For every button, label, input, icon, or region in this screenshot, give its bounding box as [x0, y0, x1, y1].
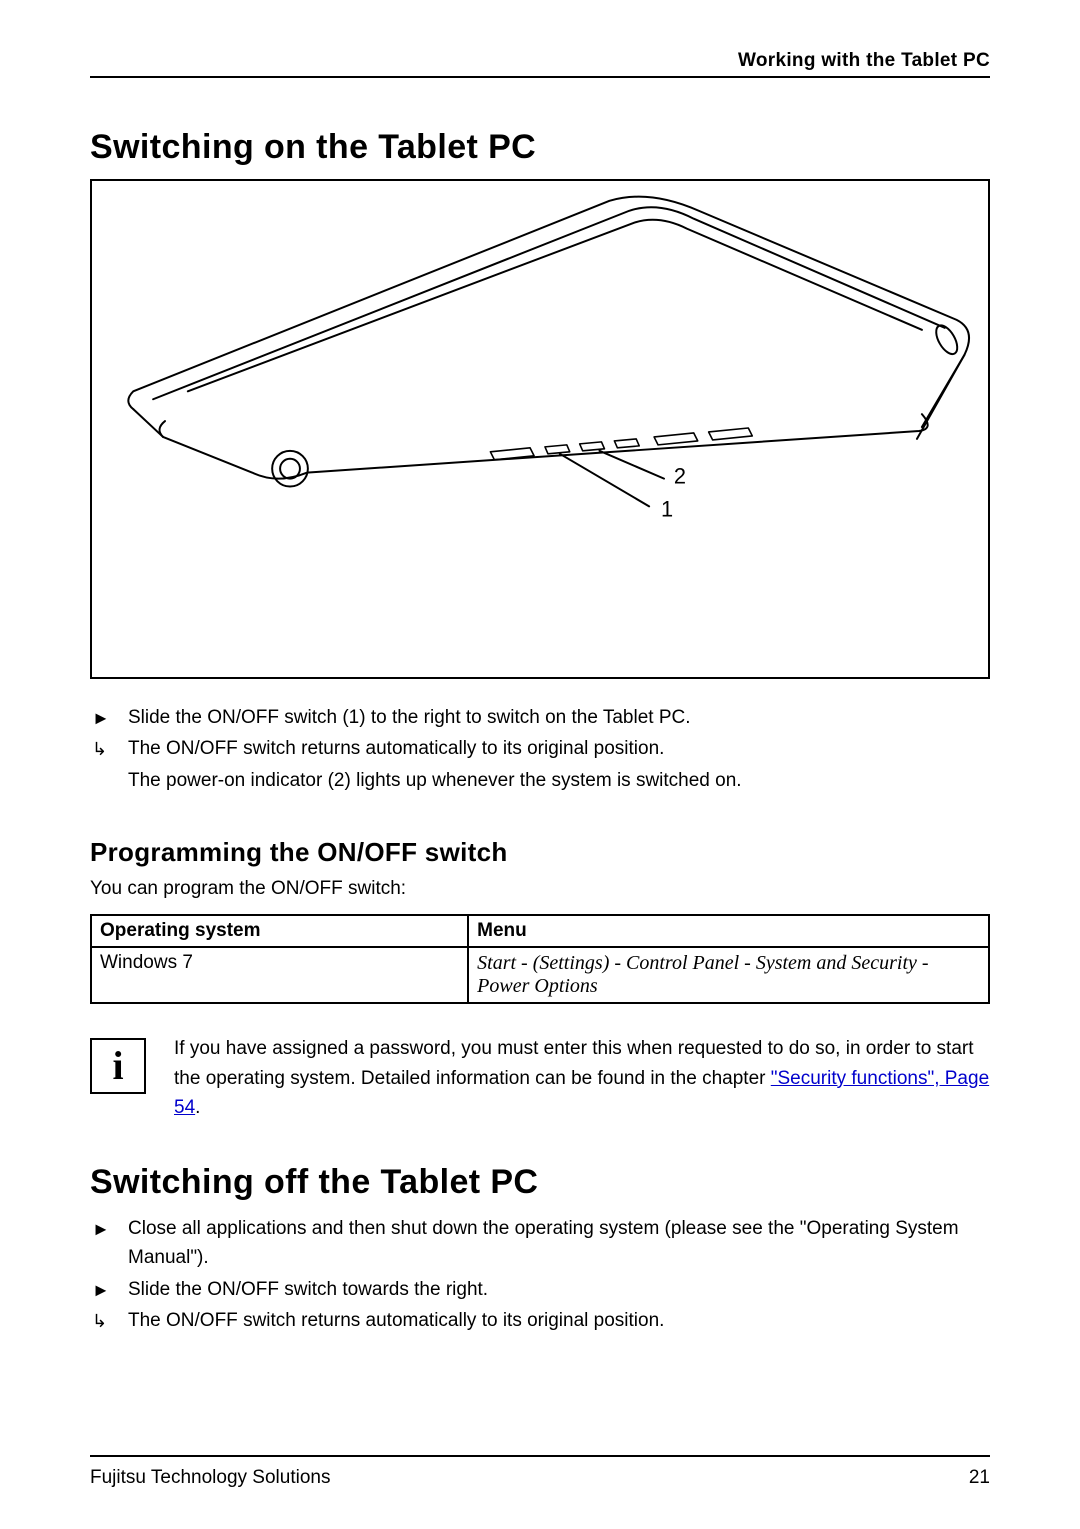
list-item: ► Close all applications and then shut d… [90, 1214, 990, 1273]
step-text: The ON/OFF switch returns automatically … [128, 1310, 664, 1331]
switch-on-steps: ► Slide the ON/OFF switch (1) to the rig… [90, 703, 990, 795]
result-marker-icon: ↳ [92, 736, 107, 764]
info-text-after: . [195, 1097, 200, 1118]
os-menu-table: Operating system Menu Windows 7 Start - … [90, 914, 990, 1004]
cell-os: Windows 7 [91, 947, 468, 1003]
step-text: The power-on indicator (2) lights up whe… [128, 770, 742, 791]
info-note: i If you have assigned a password, you m… [90, 1034, 990, 1122]
step-text: Close all applications and then shut dow… [128, 1218, 959, 1268]
section-title-programming: Programming the ON/OFF switch [90, 837, 990, 868]
page-footer: Fujitsu Technology Solutions 21 [90, 1455, 990, 1489]
step-text: The ON/OFF switch returns automatically … [128, 738, 664, 759]
list-item: ↳ The ON/OFF switch returns automaticall… [90, 1306, 990, 1335]
list-item: ► Slide the ON/OFF switch towards the ri… [90, 1275, 990, 1304]
callout-2: 2 [674, 464, 686, 489]
menu-path-text: Start - (Settings) - Control Panel - Sys… [477, 952, 928, 997]
section-title-switching-off: Switching off the Tablet PC [90, 1163, 990, 1202]
programming-intro: You can program the ON/OFF switch: [90, 878, 990, 900]
footer-left: Fujitsu Technology Solutions [90, 1467, 330, 1489]
list-item: The power-on indicator (2) lights up whe… [90, 766, 990, 795]
action-marker-icon: ► [92, 1277, 110, 1305]
table-header-os: Operating system [91, 915, 468, 947]
footer-rule [90, 1455, 990, 1457]
action-marker-icon: ► [92, 1216, 110, 1244]
footer-page-number: 21 [969, 1467, 990, 1489]
info-text: If you have assigned a password, you mus… [174, 1034, 990, 1122]
step-text: Slide the ON/OFF switch towards the righ… [128, 1279, 488, 1300]
chapter-header: Working with the Tablet PC [90, 50, 990, 72]
tablet-svg: 2 1 [92, 181, 988, 677]
result-marker-icon: ↳ [92, 1308, 107, 1336]
switch-off-steps: ► Close all applications and then shut d… [90, 1214, 990, 1336]
callout-1: 1 [661, 496, 673, 521]
action-marker-icon: ► [92, 705, 110, 733]
table-row: Windows 7 Start - (Settings) - Control P… [91, 947, 989, 1003]
list-item: ↳ The ON/OFF switch returns automaticall… [90, 734, 990, 763]
list-item: ► Slide the ON/OFF switch (1) to the rig… [90, 703, 990, 732]
table-header-menu: Menu [468, 915, 989, 947]
info-icon: i [90, 1038, 146, 1094]
tablet-illustration: 2 1 [90, 179, 990, 679]
step-text: Slide the ON/OFF switch (1) to the right… [128, 707, 691, 728]
cell-menu: Start - (Settings) - Control Panel - Sys… [468, 947, 989, 1003]
header-rule [90, 76, 990, 78]
section-title-switching-on: Switching on the Tablet PC [90, 128, 990, 167]
